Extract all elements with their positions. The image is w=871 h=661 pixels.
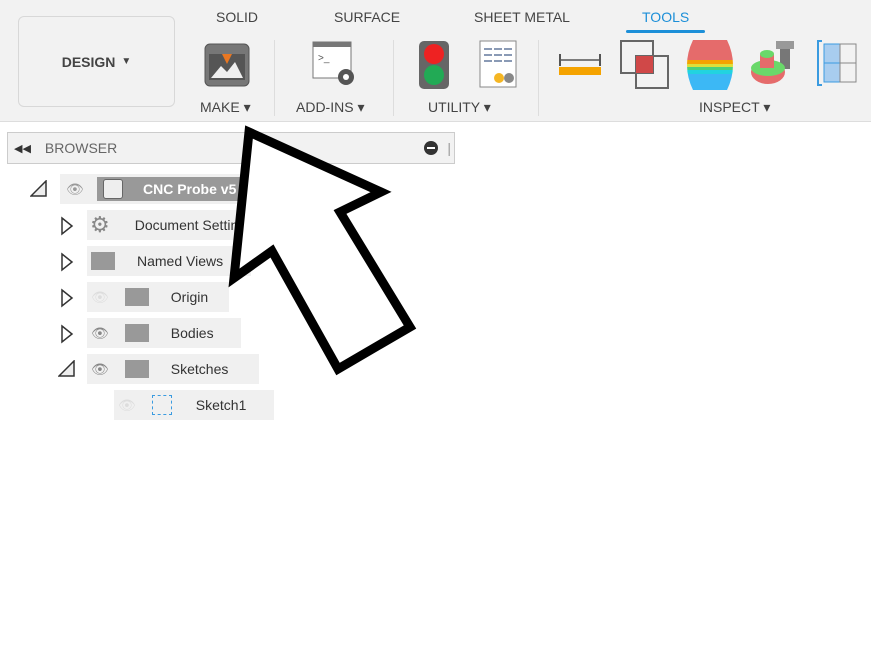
pointer-arrow-icon bbox=[228, 125, 417, 376]
